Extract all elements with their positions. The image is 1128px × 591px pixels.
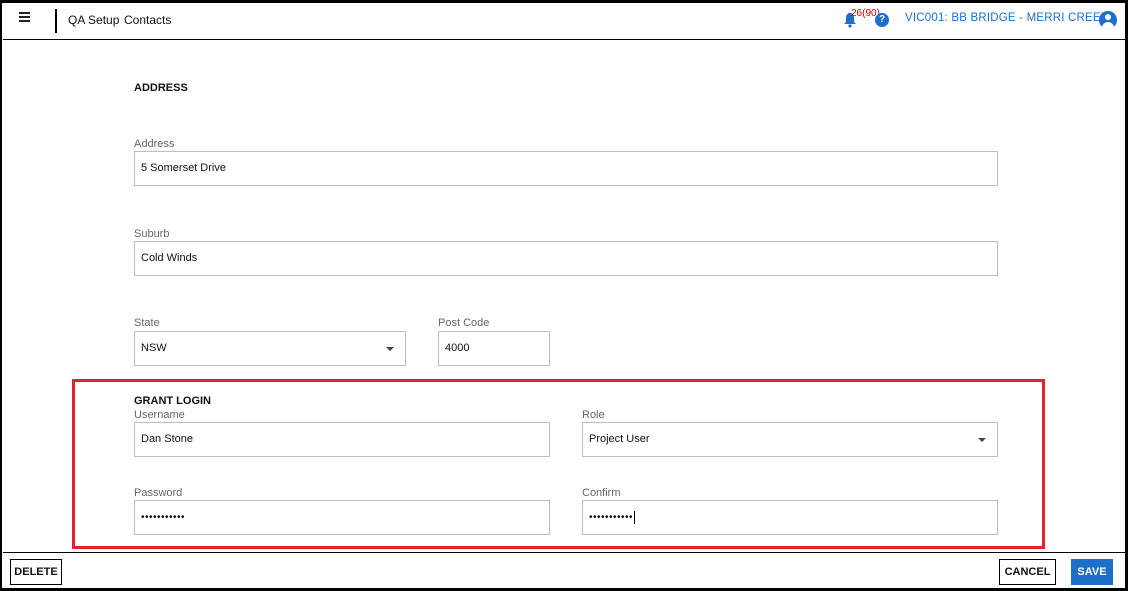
role-label: Role: [582, 409, 605, 421]
menu-icon[interactable]: [17, 12, 33, 26]
state-label: State: [134, 317, 160, 329]
address-field[interactable]: 5 Somerset Drive: [134, 151, 998, 186]
text-cursor: [634, 510, 636, 524]
post-code-field[interactable]: 4000: [438, 331, 550, 366]
save-button[interactable]: SAVE: [1071, 559, 1113, 585]
header-divider: [55, 9, 57, 33]
username-value: Dan Stone: [141, 433, 193, 445]
help-icon[interactable]: ?: [875, 13, 889, 27]
site-selector[interactable]: VIC001: BB BRIDGE - MERRI CREEK: [905, 12, 1109, 24]
password-value: •••••••••••: [141, 512, 186, 523]
top-bar: QA Setup Contacts 26(90) ? VIC001: BB BR…: [3, 3, 1125, 40]
role-value: Project User: [589, 433, 650, 445]
caret-down-icon: [978, 438, 986, 442]
delete-button[interactable]: DELETE: [10, 559, 62, 585]
suburb-field[interactable]: Cold Winds: [134, 241, 998, 276]
suburb-label: Suburb: [134, 228, 170, 240]
address-value: 5 Somerset Drive: [141, 162, 226, 174]
user-circle-icon[interactable]: [1099, 11, 1117, 29]
bottom-bar: DELETE CANCEL SAVE: [3, 552, 1125, 588]
address-section-title: ADDRESS: [134, 82, 188, 94]
confirm-label: Confirm: [582, 487, 621, 499]
username-field[interactable]: Dan Stone: [134, 422, 550, 457]
password-label: Password: [134, 487, 183, 499]
password-field[interactable]: •••••••••••: [134, 500, 550, 535]
suburb-value: Cold Winds: [141, 252, 198, 264]
cancel-button[interactable]: CANCEL: [999, 559, 1056, 585]
state-value: NSW: [141, 342, 167, 354]
post-code-value: 4000: [445, 342, 470, 354]
grant-login-title: GRANT LOGIN: [134, 395, 211, 407]
breadcrumb-qa-setup[interactable]: QA Setup: [68, 13, 119, 27]
role-select[interactable]: Project User: [582, 422, 998, 457]
caret-down-icon: [386, 347, 394, 351]
state-select[interactable]: NSW: [134, 331, 406, 366]
confirm-password-field[interactable]: •••••••••••: [582, 500, 998, 535]
post-code-label: Post Code: [438, 317, 490, 329]
confirm-value: •••••••••••: [589, 512, 634, 523]
address-label: Address: [134, 138, 175, 150]
username-label: Username: [134, 409, 185, 421]
breadcrumb-contacts[interactable]: Contacts: [124, 13, 171, 27]
